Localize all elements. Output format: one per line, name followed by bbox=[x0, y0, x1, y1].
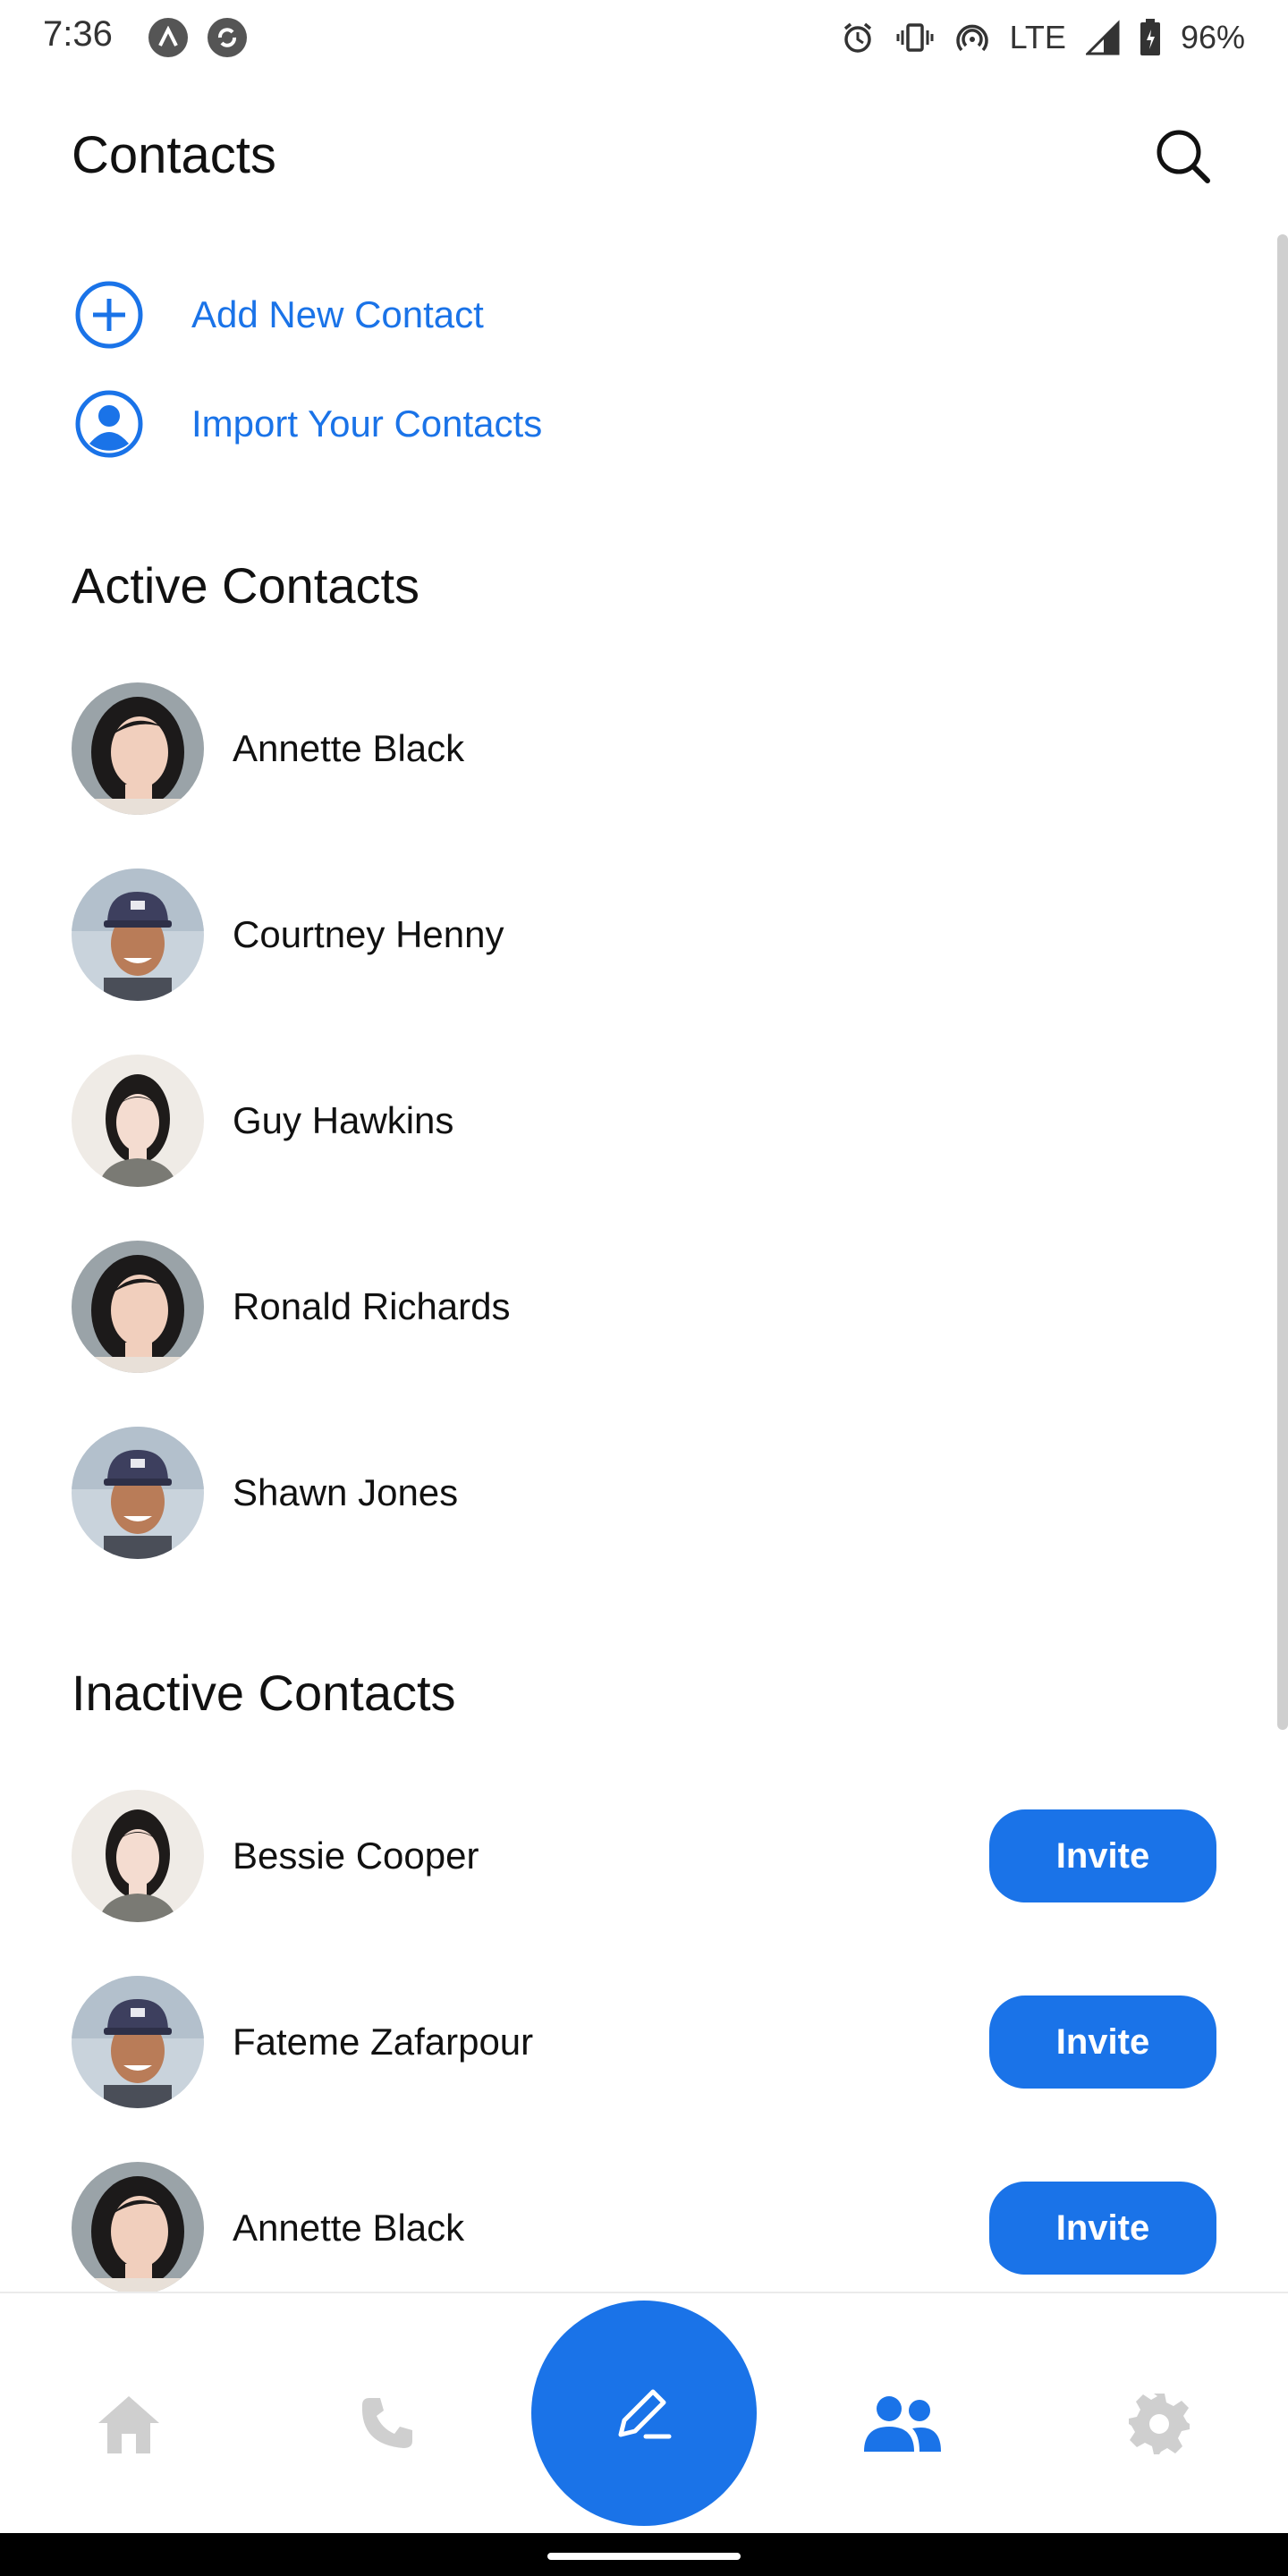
contact-row: Bessie Cooper Invite bbox=[72, 1789, 1216, 1923]
compose-button[interactable] bbox=[531, 2301, 757, 2526]
signal-icon bbox=[1085, 20, 1120, 55]
contact-row[interactable]: Annette Black bbox=[72, 682, 1216, 816]
add-new-contact-button[interactable]: Add New Contact bbox=[72, 270, 787, 360]
alarm-icon bbox=[843, 22, 871, 53]
contact-row: Fateme Zafarpour Invite bbox=[72, 1975, 1216, 2109]
avatar bbox=[72, 2162, 204, 2294]
contact-name: Annette Black bbox=[233, 2207, 465, 2249]
phone-icon bbox=[361, 2398, 412, 2448]
account-circle-icon bbox=[72, 386, 147, 462]
contact-name: Bessie Cooper bbox=[233, 1835, 479, 1877]
contact-name: Ronald Richards bbox=[233, 1285, 511, 1327]
battery-level: 96% bbox=[1180, 19, 1245, 55]
contact-name: Shawn Jones bbox=[233, 1471, 459, 1513]
contact-row[interactable]: Ronald Richards bbox=[72, 1240, 1216, 1374]
home-gesture-handle[interactable] bbox=[547, 2553, 741, 2560]
vibrate-icon bbox=[896, 23, 934, 52]
avatar bbox=[72, 1241, 204, 1373]
contacts-icon bbox=[864, 2396, 941, 2452]
search-button[interactable] bbox=[1147, 120, 1218, 191]
contact-name: Annette Black bbox=[233, 727, 465, 769]
gesture-bar bbox=[0, 2533, 1288, 2576]
settings-icon bbox=[1129, 2394, 1190, 2454]
contact-row: Annette Black Invite bbox=[72, 2161, 1216, 2295]
contact-name: Guy Hawkins bbox=[233, 1099, 454, 1141]
contact-name: Courtney Henny bbox=[233, 913, 504, 955]
add-new-contact-label: Add New Contact bbox=[191, 293, 484, 335]
avatar bbox=[72, 682, 204, 815]
invite-button[interactable]: Invite bbox=[989, 1809, 1216, 1902]
compose-icon bbox=[618, 2389, 672, 2439]
page-title: Contacts bbox=[72, 126, 276, 184]
contact-row[interactable]: Courtney Henny bbox=[72, 868, 1216, 1002]
alert-a-icon bbox=[148, 18, 188, 57]
nav-contacts[interactable] bbox=[857, 2379, 946, 2469]
active-contacts-heading: Active Contacts bbox=[72, 557, 420, 614]
status-time: 7:36 bbox=[43, 14, 113, 54]
scrollbar[interactable] bbox=[1277, 234, 1288, 1730]
status-bar: 7:36 LTE 96% bbox=[0, 0, 1288, 75]
avatar bbox=[72, 1055, 204, 1187]
import-contacts-button[interactable]: Import Your Contacts bbox=[72, 379, 787, 469]
contact-name: Fateme Zafarpour bbox=[233, 2021, 534, 2063]
home-icon bbox=[98, 2396, 159, 2453]
invite-button[interactable]: Invite bbox=[989, 1996, 1216, 2089]
battery-icon bbox=[1140, 19, 1160, 55]
avatar bbox=[72, 1427, 204, 1559]
sync-icon bbox=[208, 18, 247, 57]
hotspot-icon bbox=[955, 24, 988, 52]
add-circle-icon bbox=[72, 277, 147, 352]
search-icon bbox=[1157, 130, 1210, 183]
contact-row[interactable]: Shawn Jones bbox=[72, 1426, 1216, 1560]
avatar bbox=[72, 869, 204, 1001]
nav-home[interactable] bbox=[84, 2379, 174, 2469]
contact-row[interactable]: Guy Hawkins bbox=[72, 1054, 1216, 1188]
status-icons: LTE 96% bbox=[840, 14, 1245, 61]
bottom-navigation bbox=[0, 2292, 1288, 2533]
avatar bbox=[72, 1976, 204, 2108]
inactive-contacts-heading: Inactive Contacts bbox=[72, 1665, 456, 1721]
import-contacts-label: Import Your Contacts bbox=[191, 402, 543, 445]
nav-calls[interactable] bbox=[342, 2379, 431, 2469]
nav-settings[interactable] bbox=[1114, 2379, 1204, 2469]
invite-button[interactable]: Invite bbox=[989, 2182, 1216, 2275]
avatar bbox=[72, 1790, 204, 1922]
network-label: LTE bbox=[1009, 19, 1066, 55]
